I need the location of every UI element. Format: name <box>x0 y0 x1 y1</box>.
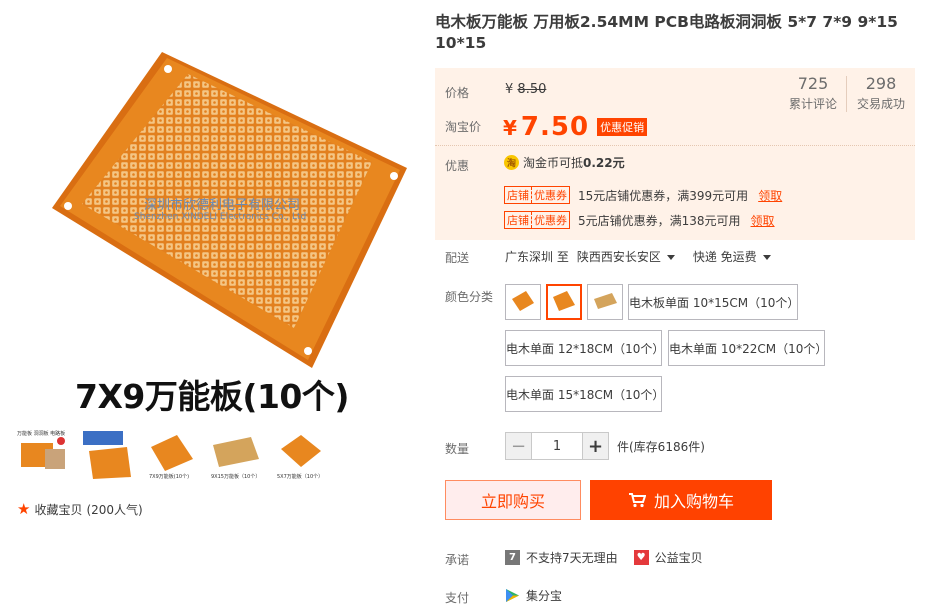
coupon-text: 15元店铺优惠券，满399元可用 <box>578 188 749 203</box>
quantity-input[interactable]: 1 <box>532 432 582 460</box>
favorite-label: 收藏宝贝 <box>34 503 83 517</box>
promise-text[interactable]: 公益宝贝 <box>655 549 703 566</box>
thumbnail-3[interactable]: 7X9万能板(10个) <box>142 428 198 482</box>
chevron-down-icon <box>666 255 675 260</box>
promise-row: 7 不支持7天无理由 ♥ 公益宝贝 <box>505 549 703 566</box>
favorite-popularity: (200人气) <box>86 503 143 517</box>
option-thumbnail <box>553 291 575 311</box>
stock-text: 件(库存6186件) <box>617 439 705 454</box>
thumbnail-label: 7X9万能板(10个) <box>149 474 190 480</box>
ship-method-dropdown[interactable]: 快递 免运费 <box>693 248 771 265</box>
coupon-tag-shop: 店铺 <box>507 214 529 227</box>
color-label: 颜色分类 <box>445 290 494 304</box>
payment-row: 集分宝 <box>505 587 562 604</box>
original-price-value: 8.50 <box>517 82 547 97</box>
tb-price-label: 淘宝价 <box>445 120 482 134</box>
charity-icon: ♥ <box>633 550 649 565</box>
color-option[interactable]: 电木单面 15*18CM（10个） <box>505 376 664 412</box>
add-to-cart-label: 加入购物车 <box>653 492 734 511</box>
coin-amount: 0.22元 <box>583 156 625 170</box>
shipping-row: 广东深圳 至 陕西西安长安区 快递 免运费 <box>505 248 771 265</box>
tb-currency-symbol: ¥ <box>503 116 517 140</box>
reviews-stat[interactable]: 725 累计评论 <box>785 74 841 112</box>
ship-from: 广东深圳 至 <box>505 250 569 264</box>
shipping-label: 配送 <box>445 251 470 265</box>
thumbnail-strip: 万能板 洞洞板 电路板 7X9万能板(10个) 9X15万能板（10个） 5X7… <box>14 428 326 482</box>
promo-tag[interactable]: 优惠促销 <box>597 118 648 136</box>
coupon-tag: 店铺 优惠券 <box>504 211 570 229</box>
add-to-cart-button[interactable]: 加入购物车 <box>590 480 772 520</box>
color-image-option-3[interactable] <box>587 284 623 320</box>
coupon-tag-shop: 店铺 <box>507 189 529 202</box>
color-option[interactable]: 电木单面 10*22CM（10个） <box>668 330 827 366</box>
stat-divider <box>846 76 847 112</box>
coupon-tag-type: 优惠券 <box>531 212 567 228</box>
thumbnail-label: 5X7万能板（10个） <box>277 474 324 480</box>
claim-coupon-link[interactable]: 领取 <box>758 187 782 204</box>
price-panel: 价格 ¥ 8.50 淘宝价 ¥ 7.50 优惠促销 725 累计评论 298 交… <box>435 68 915 240</box>
thumbnail-1[interactable]: 万能板 洞洞板 电路板 <box>14 428 70 482</box>
ship-to-value: 陕西西安长安区 <box>576 250 661 264</box>
option-thumbnail <box>594 293 617 309</box>
watermark-text: 深圳市欣德利电子有限公司 <box>144 198 301 213</box>
thumbnail-4[interactable]: 9X15万能板（10个） <box>206 428 262 482</box>
star-icon: ★ <box>17 500 31 518</box>
color-option[interactable]: 电木单面 12*18CM（10个） <box>505 330 664 366</box>
promise-label: 承诺 <box>445 553 470 567</box>
tb-price-value: 7.50 <box>520 112 590 142</box>
increase-button[interactable]: + <box>582 432 609 460</box>
thumbnail-label: 万能板 洞洞板 电路板 <box>17 431 66 437</box>
coupon-text: 5元店铺优惠券，满138元可用 <box>578 213 741 228</box>
reviews-label: 累计评论 <box>788 97 837 111</box>
claim-coupon-link[interactable]: 领取 <box>751 212 775 229</box>
color-option[interactable]: 电木板单面 10*15CM（10个） <box>628 284 799 320</box>
tb-price: ¥ 7.50 优惠促销 <box>503 112 648 142</box>
option-thumbnail <box>512 291 534 311</box>
buy-now-button[interactable]: 立即购买 <box>445 480 581 520</box>
pcb-board-illustration <box>52 52 407 368</box>
thumbnail-label: 9X15万能板（10个） <box>211 474 261 480</box>
main-product-image[interactable]: 深圳市欣德利电子有限公司 Shenzhen XINDELI Electronic… <box>12 8 412 418</box>
deals-count: 298 <box>865 74 897 93</box>
product-title: 电木板万能板 万用板2.54MM PCB电路板洞洞板 5*7 7*9 9*15 … <box>435 13 898 52</box>
cart-icon <box>628 493 646 508</box>
coupon-tag: 店铺 优惠券 <box>504 186 570 204</box>
original-price: ¥ 8.50 <box>505 82 546 97</box>
coin-text: 淘金币可抵 <box>523 156 584 170</box>
thumbnail-2[interactable] <box>78 428 134 482</box>
watermark-text-en: Shenzhen XINDELI Electronics Co., Ltd <box>134 212 307 222</box>
ship-method-value: 快递 免运费 <box>692 250 757 264</box>
coupon-row: 店铺 优惠券 5元店铺优惠券，满138元可用 领取 <box>504 211 775 229</box>
coupon-row: 店铺 优惠券 15元店铺优惠券，满399元可用 领取 <box>504 186 782 204</box>
price-label: 价格 <box>445 86 470 100</box>
currency-symbol: ¥ <box>505 82 514 97</box>
color-image-option-1[interactable] <box>505 284 541 320</box>
deals-stat: 298 交易成功 <box>853 74 909 112</box>
favorite-button[interactable]: ★ 收藏宝贝 (200人气) <box>17 501 143 518</box>
reviews-count: 725 <box>797 74 829 93</box>
no-return-icon: 7 <box>505 550 520 565</box>
thumbnail-5[interactable]: 5X7万能板（10个） <box>270 428 326 482</box>
color-image-option-2[interactable] <box>546 284 582 320</box>
chevron-down-icon <box>762 255 771 260</box>
thumbnail-image <box>79 429 133 481</box>
quantity-label: 数量 <box>445 442 470 456</box>
price-divider <box>435 145 915 146</box>
decrease-button[interactable]: − <box>505 432 532 460</box>
discount-label: 优惠 <box>445 159 470 173</box>
promise-text[interactable]: 不支持7天无理由 <box>526 549 618 566</box>
coin-row: 淘 淘金币可抵 0.22元 <box>504 154 625 171</box>
quantity-stepper: − 1 + 件(库存6186件) <box>505 432 705 460</box>
payment-label: 支付 <box>445 591 470 605</box>
coupon-tag-type: 优惠券 <box>531 187 567 203</box>
deals-label: 交易成功 <box>856 97 905 111</box>
ship-to-dropdown[interactable]: 陕西西安长安区 <box>577 248 675 265</box>
main-image-caption: 7X9万能板(10个) <box>75 377 349 416</box>
taojinbi-coin-icon: 淘 <box>504 155 519 170</box>
payment-text: 集分宝 <box>526 589 563 603</box>
jifenbao-icon <box>506 589 519 602</box>
